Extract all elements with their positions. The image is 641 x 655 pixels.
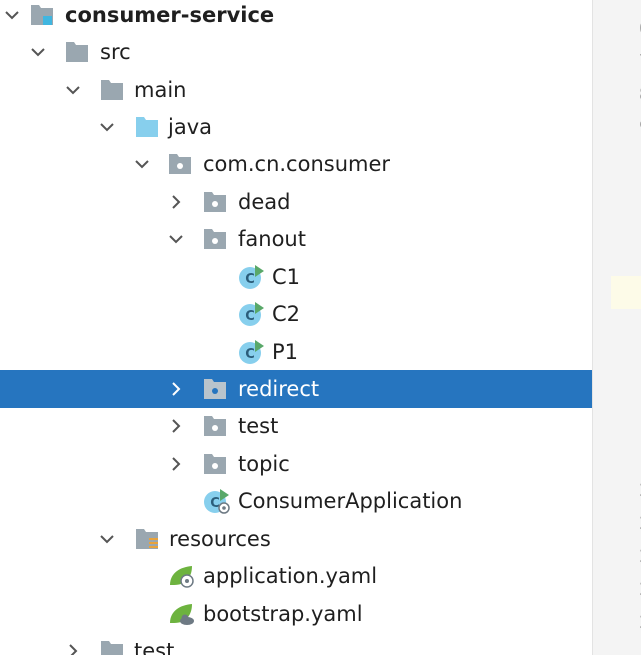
resources-folder-icon bbox=[135, 526, 159, 552]
tree-item-label: com.cn.consumer bbox=[203, 152, 391, 176]
folder-icon bbox=[65, 39, 89, 65]
line-number-current: 14 bbox=[611, 276, 641, 309]
chevron-down-icon[interactable] bbox=[97, 529, 117, 549]
tree-item-label: resources bbox=[169, 527, 271, 551]
tree-item-label: C1 bbox=[272, 265, 301, 289]
project-tree: consumer-service src main java com.cn.co… bbox=[0, 0, 608, 655]
tree-item-src[interactable]: src bbox=[0, 33, 608, 71]
tree-item-label: dead bbox=[238, 190, 291, 214]
line-number: 11 bbox=[611, 177, 641, 210]
tree-item-class-consumer-application[interactable]: C ConsumerApplication bbox=[0, 482, 608, 520]
chevron-right-icon[interactable] bbox=[166, 379, 186, 399]
line-number: 16 bbox=[611, 342, 641, 375]
tree-item-class-c2[interactable]: C C2 bbox=[0, 295, 608, 333]
tree-item-file-application-yaml[interactable]: application.yaml bbox=[0, 557, 608, 595]
line-number: 17 bbox=[611, 375, 641, 408]
class-icon: C bbox=[238, 301, 266, 327]
line-number: 22 bbox=[611, 540, 641, 573]
class-icon: C bbox=[238, 339, 266, 365]
tree-item-label: application.yaml bbox=[203, 564, 378, 588]
tree-item-consumer-service[interactable]: consumer-service bbox=[0, 0, 608, 34]
source-folder-icon bbox=[135, 114, 159, 140]
tree-item-label: P1 bbox=[272, 340, 299, 364]
folder-icon bbox=[100, 77, 124, 103]
tree-item-java[interactable]: java bbox=[0, 108, 608, 146]
line-number: 13 bbox=[611, 243, 641, 276]
project-tool-window: consumer-service src main java com.cn.co… bbox=[0, 0, 641, 655]
tree-item-label: test bbox=[238, 414, 279, 438]
chevron-down-icon[interactable] bbox=[28, 42, 48, 62]
chevron-right-icon[interactable] bbox=[166, 454, 186, 474]
tree-item-label: consumer-service bbox=[65, 3, 275, 27]
tree-item-package-com-cn-consumer[interactable]: com.cn.consumer bbox=[0, 145, 608, 183]
line-number: 8 bbox=[611, 78, 641, 111]
chevron-down-icon[interactable] bbox=[63, 80, 83, 100]
svg-text:C: C bbox=[245, 347, 255, 362]
chevron-right-icon[interactable] bbox=[63, 641, 83, 655]
chevron-down-icon[interactable] bbox=[132, 154, 152, 174]
line-number: 7 bbox=[611, 45, 641, 78]
tree-item-label: src bbox=[100, 40, 131, 64]
spring-boot-class-icon: C bbox=[203, 488, 233, 514]
svg-text:C: C bbox=[245, 309, 255, 324]
chevron-down-icon[interactable] bbox=[2, 5, 22, 25]
line-number: 20 bbox=[611, 474, 641, 507]
tree-item-main[interactable]: main bbox=[0, 71, 608, 109]
line-number: 9 bbox=[611, 111, 641, 144]
package-icon bbox=[203, 451, 227, 477]
tree-item-package-dead[interactable]: dead bbox=[0, 183, 608, 221]
tree-item-label: bootstrap.yaml bbox=[203, 602, 363, 626]
line-number: 24 bbox=[611, 606, 641, 639]
tree-item-package-redirect[interactable]: redirect bbox=[0, 370, 608, 408]
tree-item-package-fanout[interactable]: fanout bbox=[0, 220, 608, 258]
yaml-spring-icon bbox=[168, 563, 196, 589]
tree-item-label: ConsumerApplication bbox=[238, 489, 463, 513]
editor-line-gutter: 6 7 8 9 10 11 12 13 14 15 16 17 18 19 20… bbox=[592, 0, 641, 655]
line-number: 12 bbox=[611, 210, 641, 243]
tree-item-label: redirect bbox=[238, 377, 320, 401]
line-number: 6 bbox=[611, 12, 641, 45]
line-number: 18 bbox=[611, 408, 641, 441]
chevron-right-icon[interactable] bbox=[166, 416, 186, 436]
tree-item-file-bootstrap-yaml[interactable]: bootstrap.yaml bbox=[0, 595, 608, 633]
class-icon: C bbox=[238, 264, 266, 290]
chevron-right-icon[interactable] bbox=[166, 192, 186, 212]
module-folder-icon bbox=[30, 2, 54, 28]
chevron-down-icon[interactable] bbox=[166, 229, 186, 249]
line-number: 23 bbox=[611, 573, 641, 606]
tree-item-label: C2 bbox=[272, 302, 301, 326]
tree-item-test-dir[interactable]: test bbox=[0, 632, 608, 655]
line-number: 19 bbox=[611, 441, 641, 474]
tree-item-class-p1[interactable]: C P1 bbox=[0, 333, 608, 371]
tree-item-label: main bbox=[134, 78, 187, 102]
package-icon bbox=[168, 151, 192, 177]
tree-item-label: test bbox=[134, 639, 175, 655]
package-icon bbox=[203, 226, 227, 252]
tree-item-label: fanout bbox=[238, 227, 306, 251]
svg-text:C: C bbox=[245, 272, 255, 287]
tree-item-package-test[interactable]: test bbox=[0, 407, 608, 445]
tree-item-label: java bbox=[168, 115, 212, 139]
tree-item-package-topic[interactable]: topic bbox=[0, 445, 608, 483]
line-number: 15 bbox=[611, 309, 641, 342]
line-number: 21 bbox=[611, 507, 641, 540]
tree-item-label: topic bbox=[238, 452, 290, 476]
chevron-down-icon[interactable] bbox=[97, 117, 117, 137]
tree-item-class-c1[interactable]: C C1 bbox=[0, 258, 608, 296]
yaml-spring-cloud-icon bbox=[168, 601, 196, 627]
package-icon bbox=[203, 413, 227, 439]
tree-item-resources[interactable]: resources bbox=[0, 520, 608, 558]
line-number: 10 bbox=[611, 144, 641, 177]
package-icon bbox=[203, 189, 227, 215]
package-icon bbox=[203, 376, 227, 402]
folder-icon bbox=[100, 638, 124, 655]
